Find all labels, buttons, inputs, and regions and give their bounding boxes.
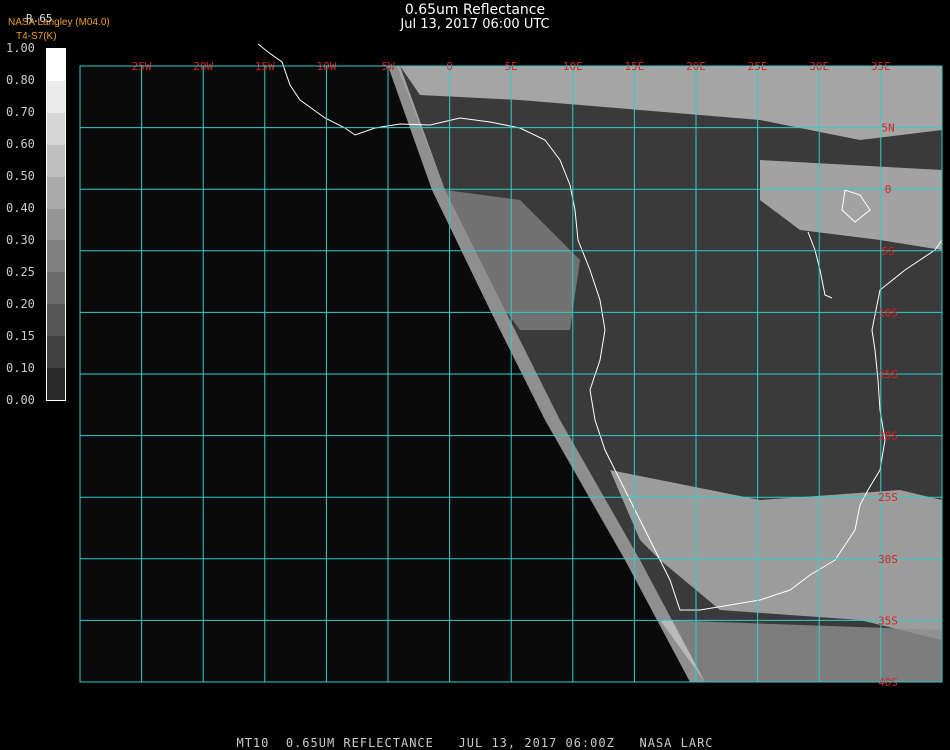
latitude-label: 25S	[878, 491, 898, 504]
latitude-label: 10S	[878, 306, 898, 319]
latitude-label: 15S	[878, 368, 898, 381]
latitude-label: 5S	[881, 245, 894, 258]
latitude-label: 35S	[878, 614, 898, 627]
footer-caption: MT10 0.65UM REFLECTANCE JUL 13, 2017 06:…	[236, 736, 714, 750]
satellite-map: 25W 20W 15W 10W 5W 0 5E 10E 15E 20E 25E 30E 35E5N05S…	[79, 43, 943, 689]
cloud-band-far-south	[660, 620, 942, 682]
latitude-label: 20S	[878, 430, 898, 443]
latitude-label: 5N	[881, 122, 894, 135]
latitude-label: 0	[885, 183, 892, 196]
latitude-label: 30S	[878, 553, 898, 566]
